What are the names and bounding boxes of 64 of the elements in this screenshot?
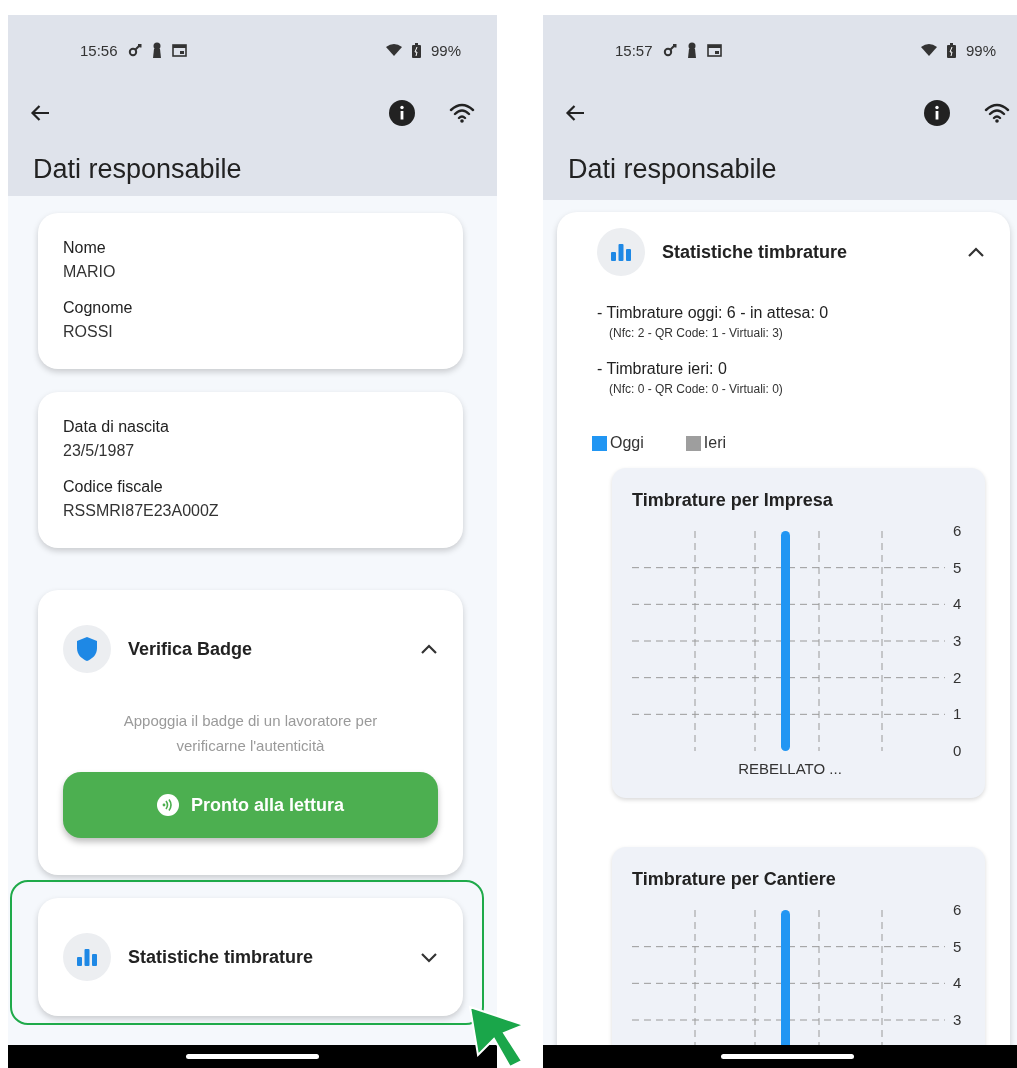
home-handle[interactable] xyxy=(721,1054,854,1059)
chevron-icon[interactable] xyxy=(420,642,438,656)
figure-icon xyxy=(686,42,697,58)
field-value: RSSMRI87E23A000Z xyxy=(63,502,220,520)
key-icon xyxy=(662,43,677,57)
chart-title: Timbrature per Impresa xyxy=(631,489,834,511)
bar-chart-icon xyxy=(611,243,631,261)
window-icon xyxy=(706,43,722,57)
window-icon xyxy=(171,43,187,57)
category-label: REBELLATO ... xyxy=(738,760,842,777)
shield-icon xyxy=(76,636,98,662)
axis-tick-label: 4 xyxy=(953,974,962,992)
bar-chart-icon xyxy=(77,948,97,966)
axis-tick-label: 3 xyxy=(953,632,962,649)
battery-percent: 99% xyxy=(965,41,996,59)
axis-tick-label: 6 xyxy=(953,522,962,539)
field-label: Nome xyxy=(63,239,107,257)
axis-tick-label: 5 xyxy=(953,937,962,955)
status-time: 15:57 xyxy=(615,41,653,59)
stat-line: - Timbrature oggi: 6 - in attesa: 0 xyxy=(597,304,830,322)
axis-tick-label: 1 xyxy=(953,705,962,723)
field-label: Codice fiscale xyxy=(63,478,164,496)
wifi-signal-icon xyxy=(920,44,937,56)
axis-tick-label: 3 xyxy=(953,1011,962,1028)
stat-detail: (Nfc: 2 - QR Code: 1 - Virtuali: 3) xyxy=(609,326,784,340)
axis-tick-label: 6 xyxy=(953,901,962,918)
card-title: Statistiche timbrature xyxy=(662,241,849,263)
axis-tick-label: 2 xyxy=(953,668,962,686)
chevron-icon[interactable] xyxy=(967,245,985,259)
wifi-icon[interactable] xyxy=(984,102,1010,123)
axis-tick-label: 0 xyxy=(953,742,962,759)
info-icon[interactable] xyxy=(389,99,415,126)
field-value: MARIO xyxy=(63,263,117,281)
axis-tick-label: 4 xyxy=(953,595,962,613)
field-label: Cognome xyxy=(63,299,134,317)
info-icon[interactable] xyxy=(924,99,950,126)
home-handle[interactable] xyxy=(186,1054,319,1059)
chevron-icon[interactable] xyxy=(420,950,438,964)
wifi-signal-icon xyxy=(385,44,402,56)
field-value: ROSSI xyxy=(63,323,114,341)
battery-icon xyxy=(411,42,421,58)
card-title: Verifica Badge xyxy=(128,638,254,660)
nfc-icon xyxy=(157,794,179,816)
figure-icon xyxy=(151,42,162,58)
description-text: Appoggia il badge di un lavoratore per verificarne l'autenticità xyxy=(122,711,379,756)
battery-icon xyxy=(946,42,956,58)
page-title: Dati responsabile xyxy=(567,153,778,186)
card-title: Statistiche timbrature xyxy=(128,946,315,968)
battery-percent: 99% xyxy=(430,41,461,59)
back-arrow-icon[interactable] xyxy=(565,103,585,122)
ready-button[interactable]: Pronto alla lettura xyxy=(63,772,438,838)
legend-label: Ieri xyxy=(703,434,727,452)
status-time: 15:56 xyxy=(80,41,118,59)
chart-title: Timbrature per Cantiere xyxy=(631,868,837,890)
axis-tick-label: 5 xyxy=(953,558,962,576)
stat-line: - Timbrature ieri: 0 xyxy=(597,360,728,378)
stat-detail: (Nfc: 0 - QR Code: 0 - Virtuali: 0) xyxy=(609,382,784,396)
wifi-icon[interactable] xyxy=(449,102,475,123)
key-icon xyxy=(127,43,142,57)
page-title: Dati responsabile xyxy=(32,153,243,186)
field-label: Data di nascita xyxy=(63,418,170,436)
back-arrow-icon[interactable] xyxy=(30,103,50,122)
legend-label: Oggi xyxy=(610,434,644,452)
field-value: 23/5/1987 xyxy=(63,442,136,460)
